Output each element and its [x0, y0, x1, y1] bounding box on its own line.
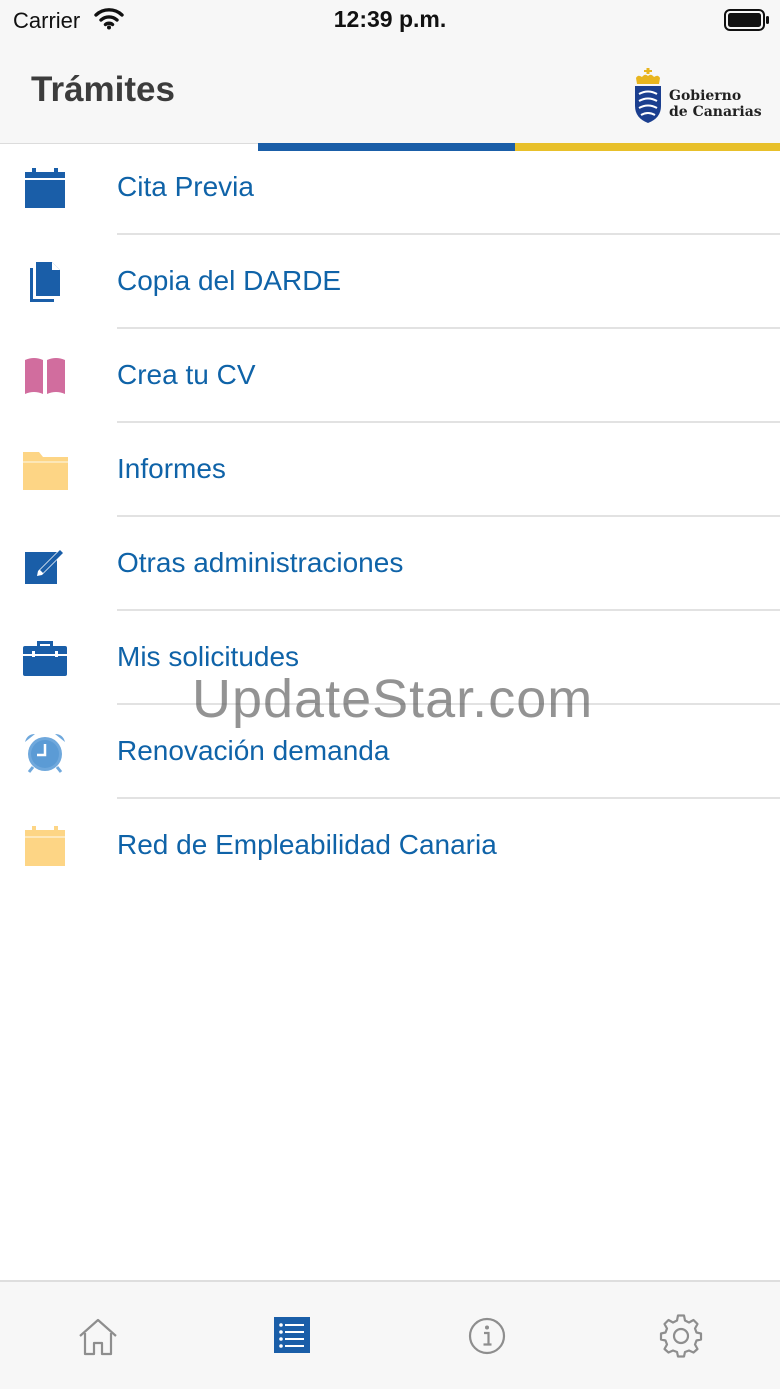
calendar-yellow-icon	[25, 826, 65, 866]
calendar-icon	[25, 168, 65, 208]
clock: 12:39 p.m.	[333, 6, 447, 32]
alarm-clock-icon	[25, 734, 65, 773]
list-item-label: Cita Previa	[117, 171, 254, 202]
battery-icon	[724, 9, 769, 31]
list-item-copia-darde[interactable]: Copia del DARDE	[0, 235, 780, 329]
home-icon[interactable]	[74, 1312, 122, 1360]
crest-icon	[635, 68, 661, 123]
navigation-header: Trámites Gobierno de Canarias	[0, 44, 780, 144]
logo-text-line1: Gobierno	[669, 88, 742, 104]
list-item-label: Copia del DARDE	[117, 265, 342, 296]
folder-icon	[23, 452, 68, 490]
gear-icon[interactable]	[657, 1312, 705, 1360]
book-icon	[25, 358, 65, 394]
status-bar: Carrier 12:39 p.m.	[0, 0, 780, 44]
page-title: Trámites	[31, 70, 175, 109]
list-item-otras-administraciones[interactable]: Otras administraciones	[0, 517, 780, 611]
document-copy-icon	[30, 262, 60, 302]
list-item-informes[interactable]: Informes	[0, 423, 780, 517]
info-icon[interactable]	[463, 1312, 511, 1360]
tab-bar	[0, 1280, 780, 1389]
list-item-label: Renovación demanda	[117, 735, 390, 766]
list-item-label: Red de Empleabilidad Canaria	[117, 829, 497, 860]
edit-icon	[25, 549, 64, 584]
list-icon[interactable]	[268, 1312, 316, 1360]
list-item-crea-cv[interactable]: Crea tu CV	[0, 329, 780, 423]
list-item-label: Crea tu CV	[117, 359, 256, 390]
tramites-list: Cita Previa Copia del DARDE Crea tu CV I…	[0, 141, 780, 893]
list-item-label: Informes	[117, 453, 226, 484]
list-item-label: Otras administraciones	[117, 547, 404, 578]
watermark-text: UpdateStar.com	[192, 669, 594, 729]
briefcase-icon	[23, 641, 67, 676]
gobierno-canarias-logo: Gobierno de Canarias	[632, 68, 762, 124]
list-item-cita-previa[interactable]: Cita Previa	[0, 141, 780, 235]
logo-text-line2: de Canarias	[669, 104, 762, 120]
list-item-red-empleabilidad[interactable]: Red de Empleabilidad Canaria	[0, 799, 780, 893]
